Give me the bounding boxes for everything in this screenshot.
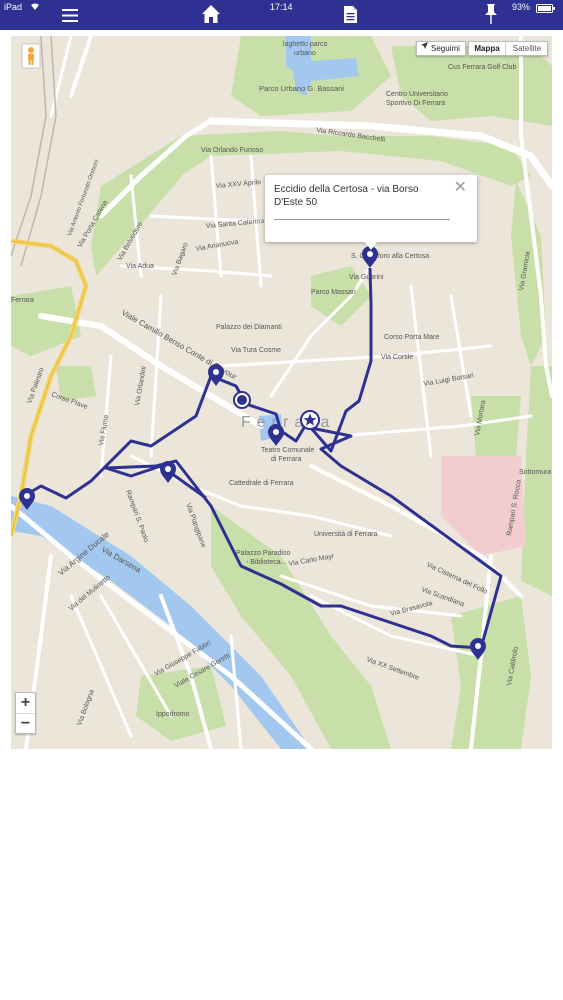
map-label: Via Cortile — [381, 354, 413, 361]
map-label: Via Tura Cosme — [231, 347, 281, 354]
map-label: Via Guarini — [349, 274, 384, 281]
map-type-map[interactable]: Mappa — [469, 42, 506, 55]
map-view[interactable]: laghetto parco urbano Parco Urbano G. Ba… — [11, 36, 552, 749]
map-label: Ferrara — [11, 297, 34, 304]
menu-icon[interactable] — [62, 9, 78, 27]
status-time: 17:14 — [270, 2, 293, 12]
popup-tail — [365, 242, 377, 250]
map-label: Via Orlando Furioso — [201, 147, 263, 154]
map-label: Cattedrale di Ferrara — [229, 480, 294, 487]
map-label: Teatro Comunale — [261, 447, 314, 454]
popup-title: Eccidio della Certosa - via Borso D'Este… — [274, 184, 419, 208]
map-label: Università di Ferrara — [314, 531, 378, 538]
map-label: di Ferrara — [271, 456, 301, 463]
top-toolbar: iPad 17:14 93% — [0, 0, 563, 30]
map-label: laghetto parco — [283, 41, 327, 48]
info-popup: Eccidio della Certosa - via Borso D'Este… — [265, 175, 477, 250]
map-label: urbano — [294, 50, 316, 57]
zoom-control: + − — [15, 692, 36, 734]
document-icon[interactable] — [343, 5, 358, 29]
location-arrow-icon — [421, 42, 428, 49]
battery-percent: 93% — [512, 2, 531, 12]
map-canvas[interactable]: laghetto parco urbano Parco Urbano G. Ba… — [11, 36, 552, 749]
map-label: Corso Porta Mare — [384, 334, 439, 341]
pegman-icon[interactable] — [21, 43, 41, 69]
zoom-out-button[interactable]: − — [16, 714, 35, 734]
city-label: Ferrara — [241, 414, 335, 431]
map-type-satellite[interactable]: Satellite — [506, 42, 548, 55]
close-icon[interactable]: ✕ — [454, 180, 467, 196]
battery-icon — [536, 3, 556, 17]
map-label: Ippodromo — [156, 711, 190, 718]
map-label: Parco Urbano G. Bassani — [259, 84, 344, 93]
map-label: Via Adua — [126, 263, 154, 270]
star-marker[interactable] — [300, 410, 320, 430]
location-dot[interactable] — [233, 391, 251, 409]
map-label: Parco Massari — [311, 289, 356, 296]
map-label: Sportivo Di Ferrara — [386, 100, 445, 107]
map-label: Centro Universitario — [386, 91, 448, 98]
popup-divider — [274, 219, 450, 220]
follow-button[interactable]: Seguimi — [416, 41, 466, 56]
wifi-icon — [14, 1, 40, 15]
map-label: Palazzo dei Diamanti — [216, 324, 282, 331]
pin-icon[interactable] — [484, 3, 498, 30]
map-type-control: Mappa Satellite — [468, 41, 548, 56]
map-label: Cus Ferrara Golf Club — [448, 64, 517, 71]
home-icon[interactable] — [201, 4, 221, 29]
map-label: - Biblioteca... — [246, 559, 287, 566]
follow-label: Seguimi — [431, 44, 460, 53]
map-label: Palazzo Paradiso — [236, 550, 291, 557]
map-label: Sottomura — [519, 469, 551, 476]
zoom-in-button[interactable]: + — [16, 693, 35, 714]
